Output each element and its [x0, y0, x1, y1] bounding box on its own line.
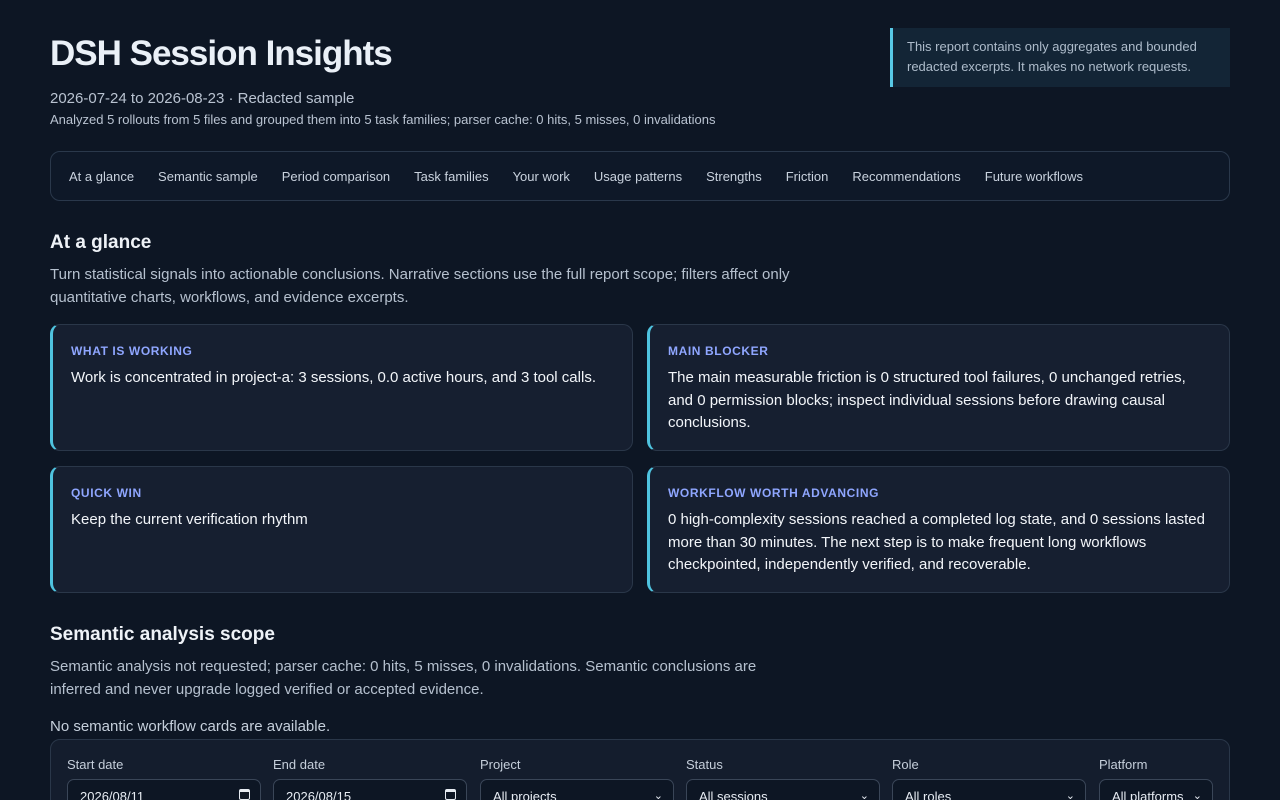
semantic-title: Semantic analysis scope [50, 624, 275, 645]
empty-state-note: No semantic workflow cards are available… [50, 718, 331, 735]
status-select[interactable]: All sessions ⌄ [686, 779, 880, 800]
privacy-notice: This report contains only aggregates and… [890, 28, 1230, 87]
insight-card-quick-win: QUICK WIN Keep the current verification … [50, 466, 633, 593]
nav-future-workflows[interactable]: Future workflows [985, 169, 1083, 184]
card-text: The main measurable friction is 0 struct… [668, 369, 1186, 431]
nav-friction[interactable]: Friction [786, 169, 829, 184]
card-text: Keep the current verification rhythm [71, 511, 308, 528]
start-date-input[interactable]: 2026/08/11 [67, 779, 261, 800]
project-value: All projects [493, 789, 557, 800]
role-select[interactable]: All roles ⌄ [892, 779, 1086, 800]
status-filter: Status All sessions ⌄ [686, 757, 880, 800]
status-value: All sessions [699, 789, 768, 800]
at-a-glance-title: At a glance [50, 232, 152, 253]
chevron-down-icon: ⌄ [653, 790, 663, 800]
page-title: DSH Session Insights [50, 34, 393, 73]
calendar-icon[interactable] [445, 789, 456, 800]
start-date-filter: Start date 2026/08/11 [67, 757, 261, 800]
card-label: WHAT IS WORKING [71, 344, 193, 358]
at-a-glance-description: Turn statistical signals into actionable… [50, 266, 790, 306]
insight-card-working: WHAT IS WORKING Work is concentrated in … [50, 324, 633, 451]
nav-at-a-glance[interactable]: At a glance [69, 169, 134, 184]
card-label: WORKFLOW WORTH ADVANCING [668, 486, 880, 500]
status-label: Status [686, 757, 723, 772]
card-text: Work is concentrated in project-a: 3 ses… [71, 369, 596, 386]
project-select[interactable]: All projects ⌄ [480, 779, 674, 800]
chevron-down-icon: ⌄ [859, 790, 869, 800]
insight-card-blocker: MAIN BLOCKER The main measurable frictio… [647, 324, 1230, 451]
role-value: All roles [905, 789, 952, 800]
platform-label: Platform [1099, 757, 1148, 772]
card-label: QUICK WIN [71, 486, 142, 500]
end-date-value: 2026/08/15 [286, 789, 352, 800]
calendar-icon[interactable] [239, 789, 250, 800]
section-nav: At a glance Semantic sample Period compa… [50, 151, 1230, 201]
end-date-label: End date [273, 757, 326, 772]
role-label: Role [892, 757, 919, 772]
nav-usage-patterns[interactable]: Usage patterns [594, 169, 682, 184]
insight-card-workflow: WORKFLOW WORTH ADVANCING 0 high-complexi… [647, 466, 1230, 593]
platform-filter: Platform All platforms ⌄ [1099, 757, 1213, 800]
end-date-input[interactable]: 2026/08/15 [273, 779, 467, 800]
platform-value: All platforms [1112, 789, 1184, 800]
platform-select[interactable]: All platforms ⌄ [1099, 779, 1213, 800]
report-page: DSH Session Insights 2026-07-24 to 2026-… [50, 0, 1230, 800]
start-date-label: Start date [67, 757, 124, 772]
nav-recommendations[interactable]: Recommendations [852, 169, 960, 184]
end-date-filter: End date 2026/08/15 [273, 757, 467, 800]
project-label: Project [480, 757, 521, 772]
start-date-value: 2026/08/11 [80, 789, 145, 800]
project-filter: Project All projects ⌄ [480, 757, 674, 800]
nav-task-families[interactable]: Task families [414, 169, 488, 184]
filter-bar: Start date 2026/08/11 End date 2026/08/1… [50, 739, 1230, 800]
nav-strengths[interactable]: Strengths [706, 169, 762, 184]
nav-semantic-sample[interactable]: Semantic sample [158, 169, 258, 184]
nav-your-work[interactable]: Your work [513, 169, 570, 184]
nav-period-comparison[interactable]: Period comparison [282, 169, 390, 184]
card-label: MAIN BLOCKER [668, 344, 769, 358]
date-range: 2026-07-24 to 2026-08-23 · Redacted samp… [50, 90, 355, 107]
semantic-description: Semantic analysis not requested; parser … [50, 658, 757, 698]
chevron-down-icon: ⌄ [1065, 790, 1075, 800]
report-header: DSH Session Insights 2026-07-24 to 2026-… [50, 0, 1230, 150]
chevron-down-icon: ⌄ [1192, 790, 1202, 800]
card-text: 0 high-complexity sessions reached a com… [668, 511, 1205, 573]
analysis-summary: Analyzed 5 rollouts from 5 files and gro… [50, 112, 716, 127]
role-filter: Role All roles ⌄ [892, 757, 1086, 800]
